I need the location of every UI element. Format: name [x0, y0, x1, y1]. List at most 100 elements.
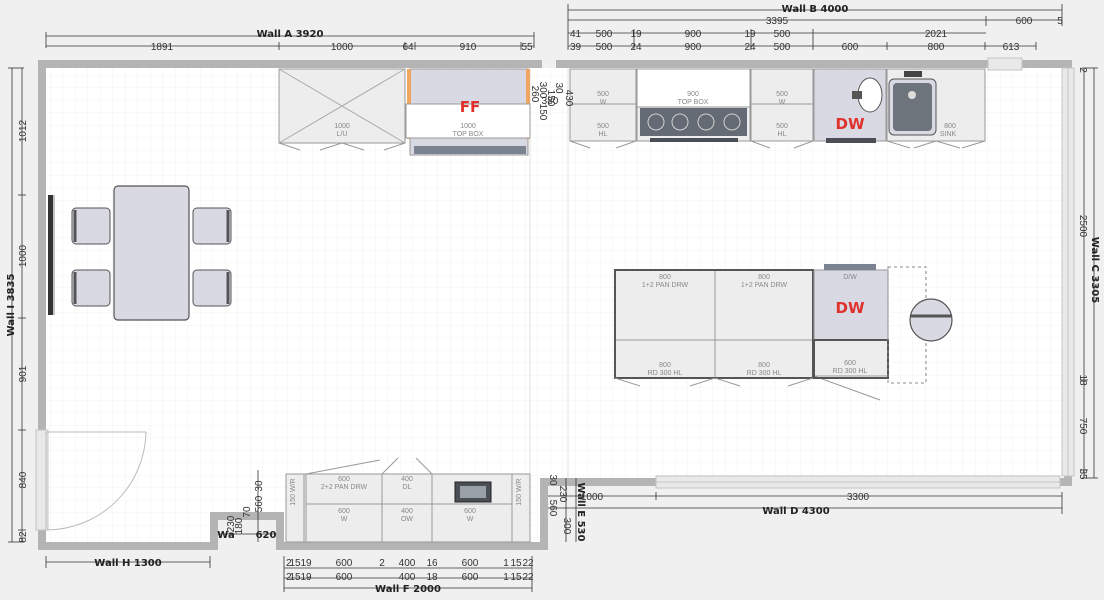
- dim: 15: [510, 572, 522, 583]
- unit-name: 150 W/R: [290, 478, 297, 505]
- bar-stool[interactable]: [909, 298, 953, 342]
- dim: 15: [289, 558, 301, 569]
- unit-name: 2+2 PAN DRW: [321, 484, 368, 491]
- dim: 300: [561, 518, 572, 535]
- chair[interactable]: [71, 207, 111, 245]
- dishwasher-tag: DW: [836, 115, 865, 133]
- dim: 19: [630, 29, 642, 40]
- dim: 1891: [151, 42, 174, 53]
- unit-name: 1+2 PAN DRW: [741, 282, 788, 289]
- unit-size: 1000: [460, 123, 476, 130]
- dim: 3395: [766, 16, 789, 27]
- dim: 500: [596, 42, 613, 53]
- dim: 400: [399, 558, 416, 569]
- dim: 2021: [925, 29, 948, 40]
- dim: 22: [522, 572, 534, 583]
- dim: 500: [596, 29, 613, 40]
- unit-name: W: [779, 99, 786, 106]
- wall-d-label: Wall D 4300: [762, 506, 829, 517]
- dim: 22: [522, 558, 534, 569]
- dim: 901: [18, 365, 29, 382]
- unit-size: 600: [338, 476, 350, 483]
- unit-name: W: [600, 99, 607, 106]
- dim: 19: [744, 29, 756, 40]
- dim: 613: [1003, 42, 1020, 53]
- unit-size: 500: [776, 91, 788, 98]
- oven[interactable]: [454, 481, 492, 503]
- dim: 64: [402, 42, 414, 53]
- dim: 180: [234, 517, 245, 534]
- window-wall-b[interactable]: [987, 57, 1023, 71]
- dim: 18: [1077, 374, 1088, 386]
- dim: 35: [1077, 468, 1088, 480]
- kitchen-floor-plan: 1000 L/U 1000 TOP BOX FF 500 W 500 HL 90…: [0, 0, 1104, 600]
- wall-c-label: Wall C 3305: [1089, 237, 1100, 303]
- dim: 3300: [847, 492, 870, 503]
- dim: 24: [744, 42, 756, 53]
- unit-name: W: [467, 516, 474, 523]
- dim: 2: [379, 558, 385, 569]
- wall-a[interactable]: [38, 60, 542, 68]
- dim: 400: [399, 572, 416, 583]
- dim: 30: [547, 474, 558, 486]
- dim: 16: [426, 558, 438, 569]
- unit-size: 500: [776, 123, 788, 130]
- dim: 2: [1077, 67, 1088, 73]
- dim: 560: [254, 495, 265, 512]
- dim: 1: [503, 558, 509, 569]
- dim: 910: [460, 42, 477, 53]
- dim: 600: [842, 42, 859, 53]
- wall-mirror[interactable]: [48, 195, 53, 315]
- dining-table[interactable]: [113, 185, 190, 321]
- dim: 18: [426, 572, 438, 583]
- chair[interactable]: [192, 269, 232, 307]
- dim: 900: [685, 42, 702, 53]
- unit-name: HL: [778, 131, 787, 138]
- wall-e-label: Wall E 530: [575, 483, 586, 542]
- dim: 55: [521, 42, 533, 53]
- unit-size: 600: [338, 508, 350, 515]
- wall-i-label: Wall I 3835: [6, 274, 17, 337]
- chair[interactable]: [192, 207, 232, 245]
- wall-b-cabinets: 500 W 500 HL 900 TOP BOX 500 W 500 HL DW: [569, 68, 986, 149]
- wall-e[interactable]: [540, 478, 548, 550]
- unit-name: W: [341, 516, 348, 523]
- island-dishwasher-tag: DW: [836, 299, 865, 317]
- dim: 70: [242, 506, 253, 518]
- dim: 19: [300, 572, 312, 583]
- dim: 500: [774, 42, 791, 53]
- dim: 2500: [1077, 215, 1088, 238]
- dim: 1000: [331, 42, 354, 53]
- dim: 24: [630, 42, 642, 53]
- chair[interactable]: [71, 269, 111, 307]
- dim: 430: [563, 90, 574, 107]
- unit-name: SINK: [940, 131, 957, 138]
- dim: 600: [462, 558, 479, 569]
- dim: 600: [336, 572, 353, 583]
- unit-name: RD 300 HL: [747, 370, 782, 377]
- dim: 39: [570, 42, 582, 53]
- dim: 30: [254, 480, 265, 492]
- unit-size: 1000: [334, 123, 350, 130]
- unit-size: 500: [597, 123, 609, 130]
- dim: 600: [462, 572, 479, 583]
- dim: 41: [570, 29, 582, 40]
- dim: 840: [18, 471, 29, 488]
- wall-h[interactable]: [38, 542, 218, 550]
- dim: 800: [928, 42, 945, 53]
- unit-name: DL: [403, 484, 412, 491]
- wall-f[interactable]: [276, 542, 548, 550]
- dim: 750: [1077, 418, 1088, 435]
- dim: 600: [336, 558, 353, 569]
- wall-b-label: Wall B 4000: [782, 4, 849, 15]
- unit-size: 400: [401, 476, 413, 483]
- unit-name: L/U: [337, 131, 348, 138]
- unit-size: 800: [758, 274, 770, 281]
- unit-size: 800: [944, 123, 956, 130]
- unit-name: TOP BOX: [678, 99, 709, 106]
- dim: 500: [774, 29, 791, 40]
- dim: 5: [1057, 16, 1063, 27]
- unit-size: 900: [687, 91, 699, 98]
- unit-name: OW: [401, 516, 413, 523]
- wall-a-label: Wall A 3920: [257, 29, 324, 40]
